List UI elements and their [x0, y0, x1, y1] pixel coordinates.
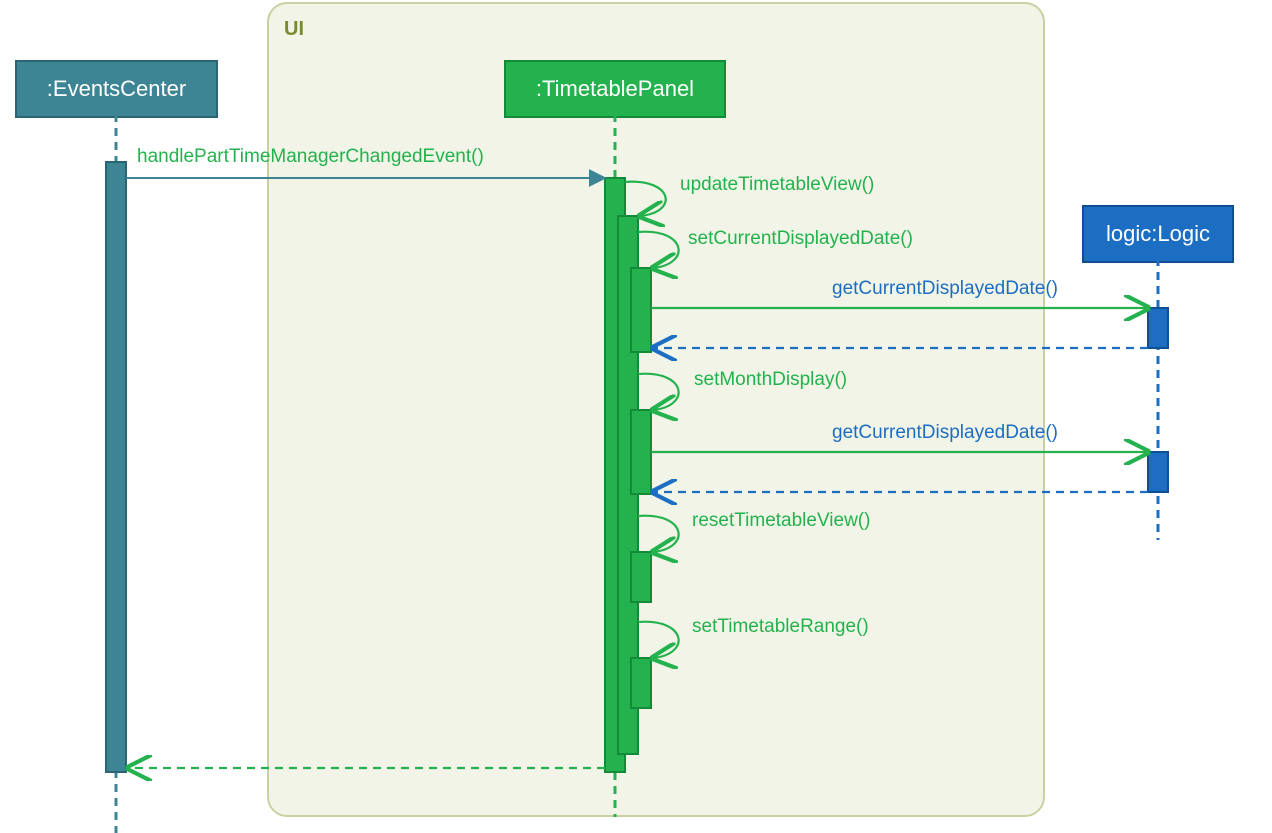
- ui-frame: [267, 2, 1045, 817]
- participant-timetable-panel: :TimetablePanel: [504, 60, 726, 118]
- msg-reset-view: resetTimetableView(): [692, 510, 870, 532]
- participant-label: logic:Logic: [1106, 221, 1210, 246]
- participant-events-center: :EventsCenter: [15, 60, 218, 118]
- msg-handle-changed: handlePartTimeManagerChangedEvent(): [137, 146, 484, 168]
- msg-update-view: updateTimetableView(): [680, 174, 874, 196]
- participant-label: :EventsCenter: [47, 76, 186, 101]
- participant-label: :TimetablePanel: [536, 76, 694, 101]
- msg-get-current-date-1: getCurrentDisplayedDate(): [832, 278, 1058, 300]
- msg-set-month: setMonthDisplay(): [694, 369, 847, 391]
- ui-frame-label: UI: [284, 18, 304, 41]
- participant-logic: logic:Logic: [1082, 205, 1234, 263]
- msg-set-current-date: setCurrentDisplayedDate(): [688, 228, 913, 250]
- msg-set-range: setTimetableRange(): [692, 616, 869, 638]
- msg-get-current-date-2: getCurrentDisplayedDate(): [832, 422, 1058, 444]
